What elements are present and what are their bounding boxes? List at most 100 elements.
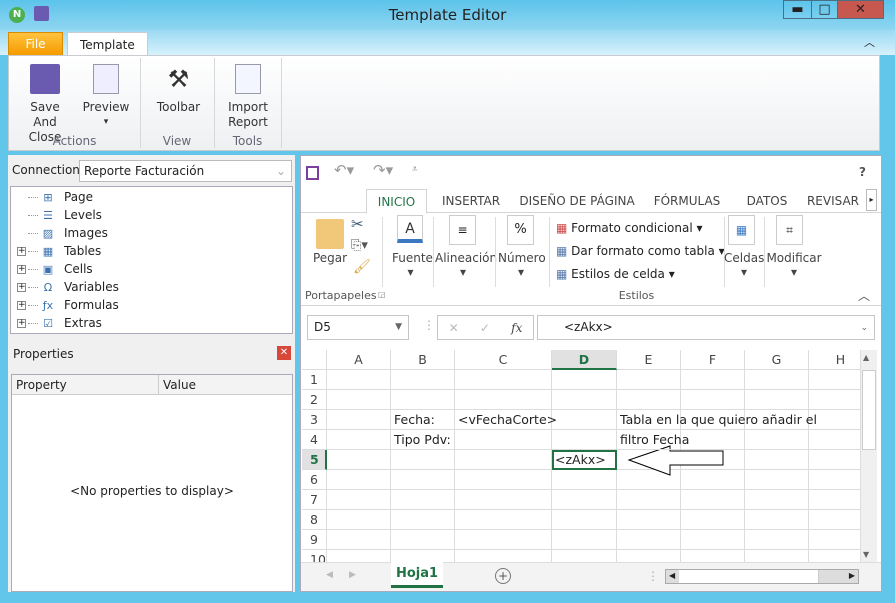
cell-G4[interactable]	[745, 430, 809, 450]
tab-file[interactable]: File	[8, 32, 63, 56]
row-header-10[interactable]: 10	[302, 550, 327, 562]
prev-sheet-icon[interactable]: ◀	[326, 570, 333, 580]
next-sheet-icon[interactable]: ▶	[349, 570, 356, 580]
cell-H6[interactable]	[809, 470, 860, 490]
expand-icon[interactable]: +	[17, 300, 26, 310]
cell-A8[interactable]	[327, 510, 391, 530]
cell-D3[interactable]	[552, 410, 617, 430]
cell-E8[interactable]	[617, 510, 681, 530]
cell-E7[interactable]	[617, 490, 681, 510]
font-group-button[interactable]: Fuente ▾	[392, 251, 433, 279]
cell-B9[interactable]	[391, 530, 455, 550]
tree-item-tables[interactable]: + ▦ Tables	[17, 242, 101, 260]
column-header-H[interactable]: H	[809, 350, 860, 370]
cell-D7[interactable]	[552, 490, 617, 510]
cell-F2[interactable]	[681, 390, 745, 410]
cell-B4[interactable]: Tipo Pdv:	[391, 430, 455, 450]
cell-E3[interactable]: Tabla en la que quiero añadir el	[617, 410, 817, 430]
cell-D10[interactable]	[552, 550, 617, 562]
cell-E2[interactable]	[617, 390, 681, 410]
cell-F7[interactable]	[681, 490, 745, 510]
cell-A4[interactable]	[327, 430, 391, 450]
column-header-C[interactable]: C	[455, 350, 552, 370]
copy-icon[interactable]: ⎘▾	[351, 238, 368, 253]
close-button[interactable]: ✕	[837, 0, 884, 19]
excel-tab-0[interactable]: INICIO	[366, 189, 427, 214]
sheet-tab-hoja1[interactable]: Hoja1	[391, 562, 443, 588]
cell-D5[interactable]: <zAkx>	[552, 450, 617, 470]
cell-A6[interactable]	[327, 470, 391, 490]
cell-B3[interactable]: Fecha:	[391, 410, 455, 430]
cell-C10[interactable]	[455, 550, 552, 562]
cell-B2[interactable]	[391, 390, 455, 410]
cell-G2[interactable]	[745, 390, 809, 410]
customize-qat-icon[interactable]: ⩡	[412, 164, 418, 175]
cell-G5[interactable]	[745, 450, 809, 470]
cell-styles-button[interactable]: ▦ Estilos de celda ▾	[556, 263, 725, 286]
formula-input[interactable]: <zAkx> ⌄	[537, 315, 875, 340]
row-header-7[interactable]: 7	[302, 490, 327, 510]
tree-item-cells[interactable]: + ▣ Cells	[17, 260, 93, 278]
save-and-close-button[interactable]: Save And Close	[17, 64, 73, 145]
cell-G8[interactable]	[745, 510, 809, 530]
cell-H7[interactable]	[809, 490, 860, 510]
cell-B7[interactable]	[391, 490, 455, 510]
collapse-ribbon-icon[interactable]: ︿	[864, 34, 875, 50]
cell-H1[interactable]	[809, 370, 860, 390]
select-all-corner[interactable]	[302, 350, 327, 370]
close-properties-icon[interactable]: ✕	[277, 346, 291, 360]
excel-tab-5[interactable]: REVISAR	[804, 189, 862, 213]
tree-item-levels[interactable]: ☰ Levels	[17, 206, 102, 224]
cell-A2[interactable]	[327, 390, 391, 410]
conditional-format-button[interactable]: ▦ Formato condicional ▾	[556, 217, 725, 240]
cell-H5[interactable]	[809, 450, 860, 470]
expand-icon[interactable]: +	[17, 246, 26, 256]
cell-D4[interactable]	[552, 430, 617, 450]
expand-icon[interactable]: +	[17, 282, 26, 292]
cell-C2[interactable]	[455, 390, 552, 410]
cell-H10[interactable]	[809, 550, 860, 562]
modify-group-button[interactable]: Modificar ▾	[766, 251, 822, 279]
cell-B1[interactable]	[391, 370, 455, 390]
cell-G10[interactable]	[745, 550, 809, 562]
tree-item-images[interactable]: ▨ Images	[17, 224, 108, 242]
cell-D8[interactable]	[552, 510, 617, 530]
tab-template[interactable]: Template	[67, 32, 148, 57]
cell-A1[interactable]	[327, 370, 391, 390]
cell-E4[interactable]: filtro Fecha	[617, 430, 689, 450]
cell-D1[interactable]	[552, 370, 617, 390]
cell-G9[interactable]	[745, 530, 809, 550]
cell-C6[interactable]	[455, 470, 552, 490]
cut-icon[interactable]: ✂	[351, 215, 364, 233]
cell-C4[interactable]	[455, 430, 552, 450]
cell-G7[interactable]	[745, 490, 809, 510]
cell-F1[interactable]	[681, 370, 745, 390]
name-box[interactable]: D5 ▼	[307, 315, 409, 340]
insert-function-icon[interactable]: fx	[511, 321, 522, 335]
cell-C8[interactable]	[455, 510, 552, 530]
column-header-D[interactable]: D	[552, 350, 617, 370]
cell-C7[interactable]	[455, 490, 552, 510]
cell-H8[interactable]	[809, 510, 860, 530]
clipboard-launcher-icon[interactable]: ◲	[378, 290, 386, 299]
row-header-1[interactable]: 1	[302, 370, 327, 390]
cell-F8[interactable]	[681, 510, 745, 530]
undo-icon[interactable]: ↶▾	[334, 161, 354, 179]
help-icon[interactable]: ?	[859, 165, 866, 179]
format-as-table-button[interactable]: ▦ Dar formato como tabla ▾	[556, 240, 725, 263]
cell-H9[interactable]	[809, 530, 860, 550]
row-header-2[interactable]: 2	[302, 390, 327, 410]
toolbar-button[interactable]: ⚒ Toolbar	[151, 64, 206, 115]
alignment-group-button[interactable]: Alineación ▾	[435, 251, 497, 279]
row-header-4[interactable]: 4	[302, 430, 327, 450]
cell-A3[interactable]	[327, 410, 391, 430]
cell-A5[interactable]	[327, 450, 391, 470]
cell-F10[interactable]	[681, 550, 745, 562]
paste-button[interactable]: Pegar	[310, 251, 350, 265]
column-header-A[interactable]: A	[327, 350, 391, 370]
tree-item-extras[interactable]: + ☑ Extras	[17, 314, 102, 332]
column-header-E[interactable]: E	[617, 350, 681, 370]
cell-G6[interactable]	[745, 470, 809, 490]
spreadsheet-grid[interactable]: A B C D E F G H 1 2 3 Fecha: <vFechaCorte> Tabla en l…	[302, 350, 860, 562]
connection-select[interactable]: Reporte Facturación ⌄	[79, 160, 292, 182]
